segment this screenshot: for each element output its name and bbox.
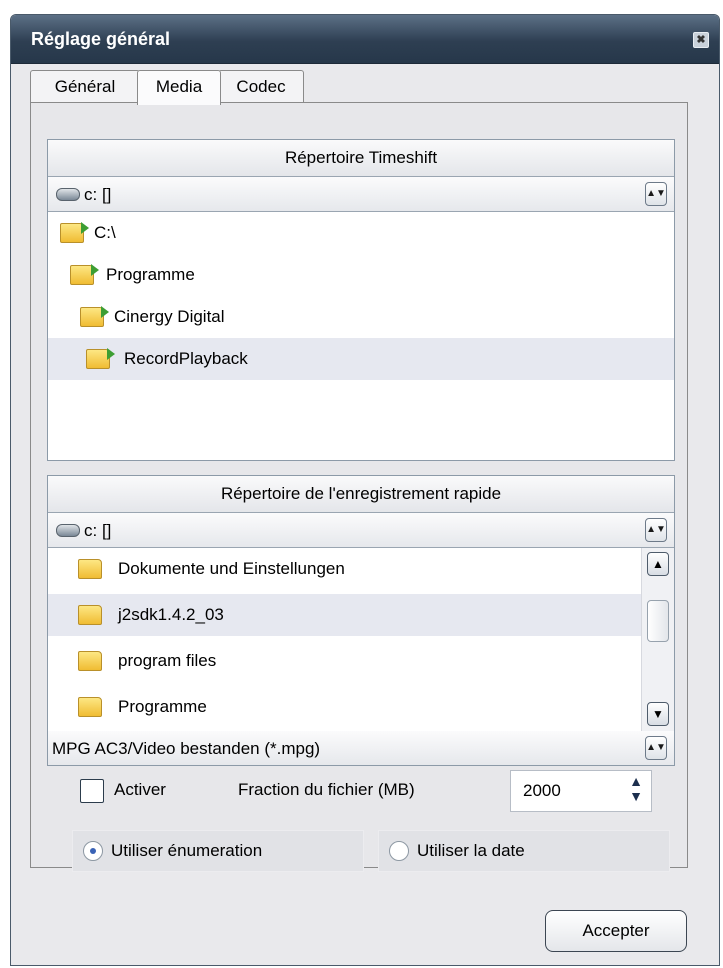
fraction-value: 2000 — [523, 781, 561, 800]
quick-record-drive-label: c: [] — [84, 521, 112, 540]
quick-record-section: Répertoire de l'enregistrement rapide c:… — [47, 475, 675, 733]
quick-record-drive-select[interactable]: c: [] ▲▼ — [48, 513, 674, 548]
fraction-stepper[interactable]: 2000 ▲ ▼ — [510, 770, 652, 812]
folder-item-selected[interactable]: j2sdk1.4.2_03 — [48, 594, 642, 636]
folder-item[interactable]: Cinergy Digital — [48, 296, 674, 338]
window-title: Réglage général — [31, 29, 171, 49]
folder-label: C:\ — [94, 223, 116, 242]
scroll-down-icon[interactable]: ▼ — [647, 702, 669, 726]
tab-media-label: Media — [155, 77, 203, 96]
updown-arrow-icon[interactable]: ▲▼ — [645, 736, 667, 760]
folder-item[interactable]: C:\ — [48, 212, 674, 254]
accept-button[interactable]: Accepter — [545, 910, 687, 952]
radio-enumeration-group: Utiliser énumeration — [72, 830, 364, 872]
drive-icon — [56, 188, 80, 201]
tab-media[interactable]: Media — [137, 70, 221, 105]
folder-label: program files — [118, 651, 217, 670]
spin-arrows-icon[interactable]: ▲ ▼ — [629, 774, 643, 804]
open-folder-icon — [86, 348, 115, 369]
folder-icon — [78, 605, 102, 625]
activate-checkbox[interactable] — [80, 779, 104, 803]
timeshift-header: Répertoire Timeshift — [48, 140, 674, 177]
quick-record-header-label: Répertoire de l'enregistrement rapide — [220, 484, 502, 503]
title-bar[interactable]: Réglage général ✖ — [11, 15, 719, 64]
tab-general-label: Général — [54, 77, 116, 96]
fraction-label: Fraction du fichier (MB) — [238, 780, 415, 799]
open-folder-icon — [60, 222, 89, 243]
folder-item[interactable]: Programme — [48, 254, 674, 296]
open-folder-icon — [70, 264, 99, 285]
accept-button-label: Accepter — [582, 921, 650, 940]
tab-codec[interactable]: Codec — [218, 70, 304, 103]
folder-scrollbar[interactable]: ▲ ▼ — [641, 548, 674, 732]
folder-label: Programme — [106, 265, 195, 284]
folder-label: Programme — [118, 697, 207, 716]
radio-enumeration[interactable] — [83, 841, 103, 861]
file-type-label: MPG AC3/Video bestanden (*.mpg) — [52, 739, 321, 758]
timeshift-header-label: Répertoire Timeshift — [284, 148, 438, 167]
file-type-select[interactable]: MPG AC3/Video bestanden (*.mpg) ▲▼ — [47, 731, 675, 766]
drive-icon — [56, 524, 80, 537]
timeshift-drive-label: c: [] — [84, 185, 112, 204]
folder-label: j2sdk1.4.2_03 — [118, 605, 224, 624]
close-icon[interactable]: ✖ — [693, 32, 709, 48]
scroll-up-icon[interactable]: ▲ — [647, 552, 669, 576]
quick-record-folder-list: Dokumente und Einstellungen j2sdk1.4.2_0… — [48, 548, 642, 732]
folder-icon — [78, 559, 102, 579]
quick-record-header: Répertoire de l'enregistrement rapide — [48, 476, 674, 513]
folder-label: RecordPlayback — [124, 349, 248, 368]
tab-codec-label: Codec — [236, 77, 286, 96]
media-tab-panel: Répertoire Timeshift c: [] ▲▼ C:\ Progra… — [30, 102, 688, 868]
folder-item[interactable]: program files — [48, 640, 642, 682]
radio-date-label: Utiliser la date — [417, 841, 525, 860]
folder-label: Dokumente und Einstellungen — [118, 559, 345, 578]
scroll-thumb[interactable] — [647, 600, 669, 642]
timeshift-folder-tree: C:\ Programme Cinergy Digital RecordPlay… — [48, 212, 674, 460]
tab-general[interactable]: Général — [30, 70, 140, 103]
folder-icon — [78, 697, 102, 717]
activate-label: Activer — [114, 780, 166, 799]
radio-date-group: Utiliser la date — [378, 830, 670, 872]
folder-item[interactable]: Dokumente und Einstellungen — [48, 548, 642, 590]
folder-item[interactable]: Programme — [48, 686, 642, 728]
timeshift-drive-select[interactable]: c: [] ▲▼ — [48, 177, 674, 212]
radio-enumeration-label: Utiliser énumeration — [111, 841, 263, 860]
folder-label: Cinergy Digital — [114, 307, 225, 326]
updown-arrow-icon[interactable]: ▲▼ — [645, 182, 667, 206]
folder-icon — [78, 651, 102, 671]
folder-item-selected[interactable]: RecordPlayback — [48, 338, 674, 380]
radio-date[interactable] — [389, 841, 409, 861]
timeshift-section: Répertoire Timeshift c: [] ▲▼ C:\ Progra… — [47, 139, 675, 461]
updown-arrow-icon[interactable]: ▲▼ — [645, 518, 667, 542]
open-folder-icon — [80, 306, 109, 327]
